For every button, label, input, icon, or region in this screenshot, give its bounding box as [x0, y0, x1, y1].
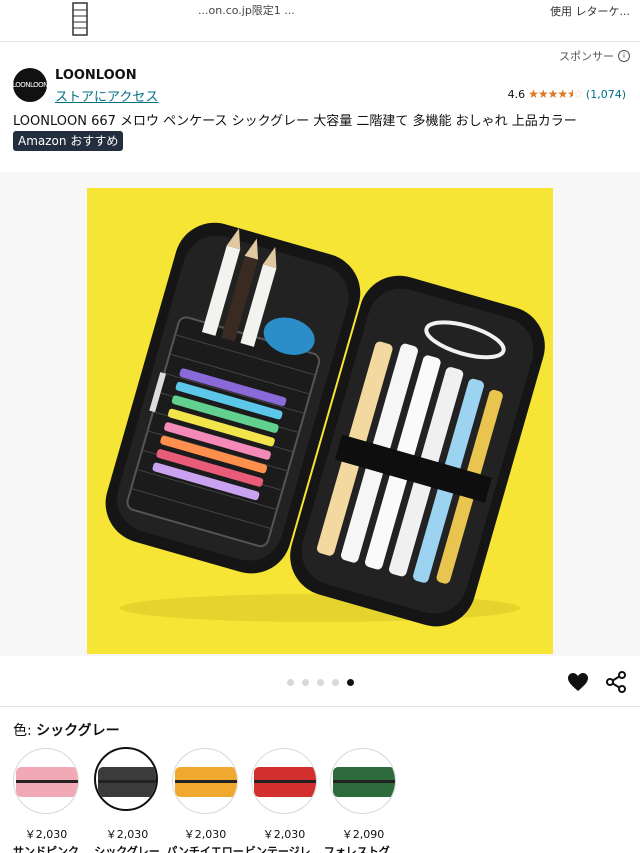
- swatch-zipper: [254, 780, 316, 783]
- sponsored-label[interactable]: スポンサー i: [559, 48, 630, 64]
- brand-name: LOONLOON: [55, 68, 137, 83]
- swatch-name: ビンテージレ...: [244, 845, 324, 853]
- gallery-dot[interactable]: [287, 679, 294, 686]
- product-photo[interactable]: [87, 188, 553, 654]
- top-banner-strip[interactable]: ...on.co.jp限定1 ... 使用 レターケ...: [0, 0, 640, 42]
- swatch-zipper: [175, 780, 237, 783]
- swatch-zipper: [98, 780, 156, 783]
- sponsored-text: スポンサー: [559, 50, 614, 63]
- rating-summary[interactable]: 4.6 ★★★★★☆ (1,074): [508, 87, 626, 101]
- heart-icon[interactable]: [566, 670, 590, 694]
- amazon-choice-badge: Amazon おすすめ: [13, 131, 124, 151]
- share-icon[interactable]: [604, 670, 628, 694]
- swatch-zipper: [16, 780, 78, 783]
- info-icon[interactable]: i: [618, 50, 630, 62]
- selected-color-name: シックグレー: [36, 723, 120, 739]
- rating-value: 4.6: [507, 87, 526, 101]
- star-rating-icon: ★★★★★☆: [528, 87, 584, 101]
- color-swatch[interactable]: [94, 747, 158, 811]
- product-thumbnail-icon: [72, 2, 88, 36]
- swatch-name: パンチイエロー: [166, 845, 244, 853]
- banner-text-right: 使用 レターケ...: [550, 5, 630, 18]
- swatch-name: シックグレー: [94, 845, 160, 853]
- section-divider: [0, 706, 640, 707]
- gallery-dot-active[interactable]: [347, 679, 354, 686]
- color-swatch[interactable]: [172, 748, 238, 814]
- product-image-gallery[interactable]: [0, 172, 640, 656]
- brand-logo-text: LOONLOON: [12, 81, 48, 89]
- brand-logo[interactable]: LOONLOON: [12, 68, 48, 102]
- swatch-price: ￥2,030: [262, 828, 306, 841]
- gallery-dot[interactable]: [317, 679, 324, 686]
- product-title[interactable]: LOONLOON 667 メロウ ペンケース シックグレー 大容量 二階建て 多…: [13, 110, 577, 129]
- gallery-pagination[interactable]: [287, 679, 354, 686]
- swatch-name: フォレストグ...: [323, 845, 403, 853]
- swatch-price: ￥2,030: [24, 828, 68, 841]
- color-selector-label: 色: シックグレー: [13, 720, 120, 740]
- visit-store-link[interactable]: ストアにアクセス: [55, 86, 158, 105]
- color-label-prefix: 色:: [13, 723, 32, 739]
- pen-case-illustration: [105, 222, 545, 627]
- color-swatch[interactable]: [330, 748, 396, 814]
- gallery-dot[interactable]: [332, 679, 339, 686]
- swatch-price: ￥2,030: [183, 828, 227, 841]
- swatch-price: ￥2,090: [341, 828, 385, 841]
- swatch-name: サンドピンク: [13, 845, 79, 853]
- banner-text: ...on.co.jp限定1 ...: [198, 4, 295, 17]
- swatch-price: ￥2,030: [105, 828, 149, 841]
- color-swatch[interactable]: [13, 748, 79, 814]
- gallery-dot[interactable]: [302, 679, 309, 686]
- rating-count[interactable]: (1,074): [586, 88, 626, 101]
- color-swatch[interactable]: [251, 748, 317, 814]
- swatch-zipper: [333, 780, 395, 783]
